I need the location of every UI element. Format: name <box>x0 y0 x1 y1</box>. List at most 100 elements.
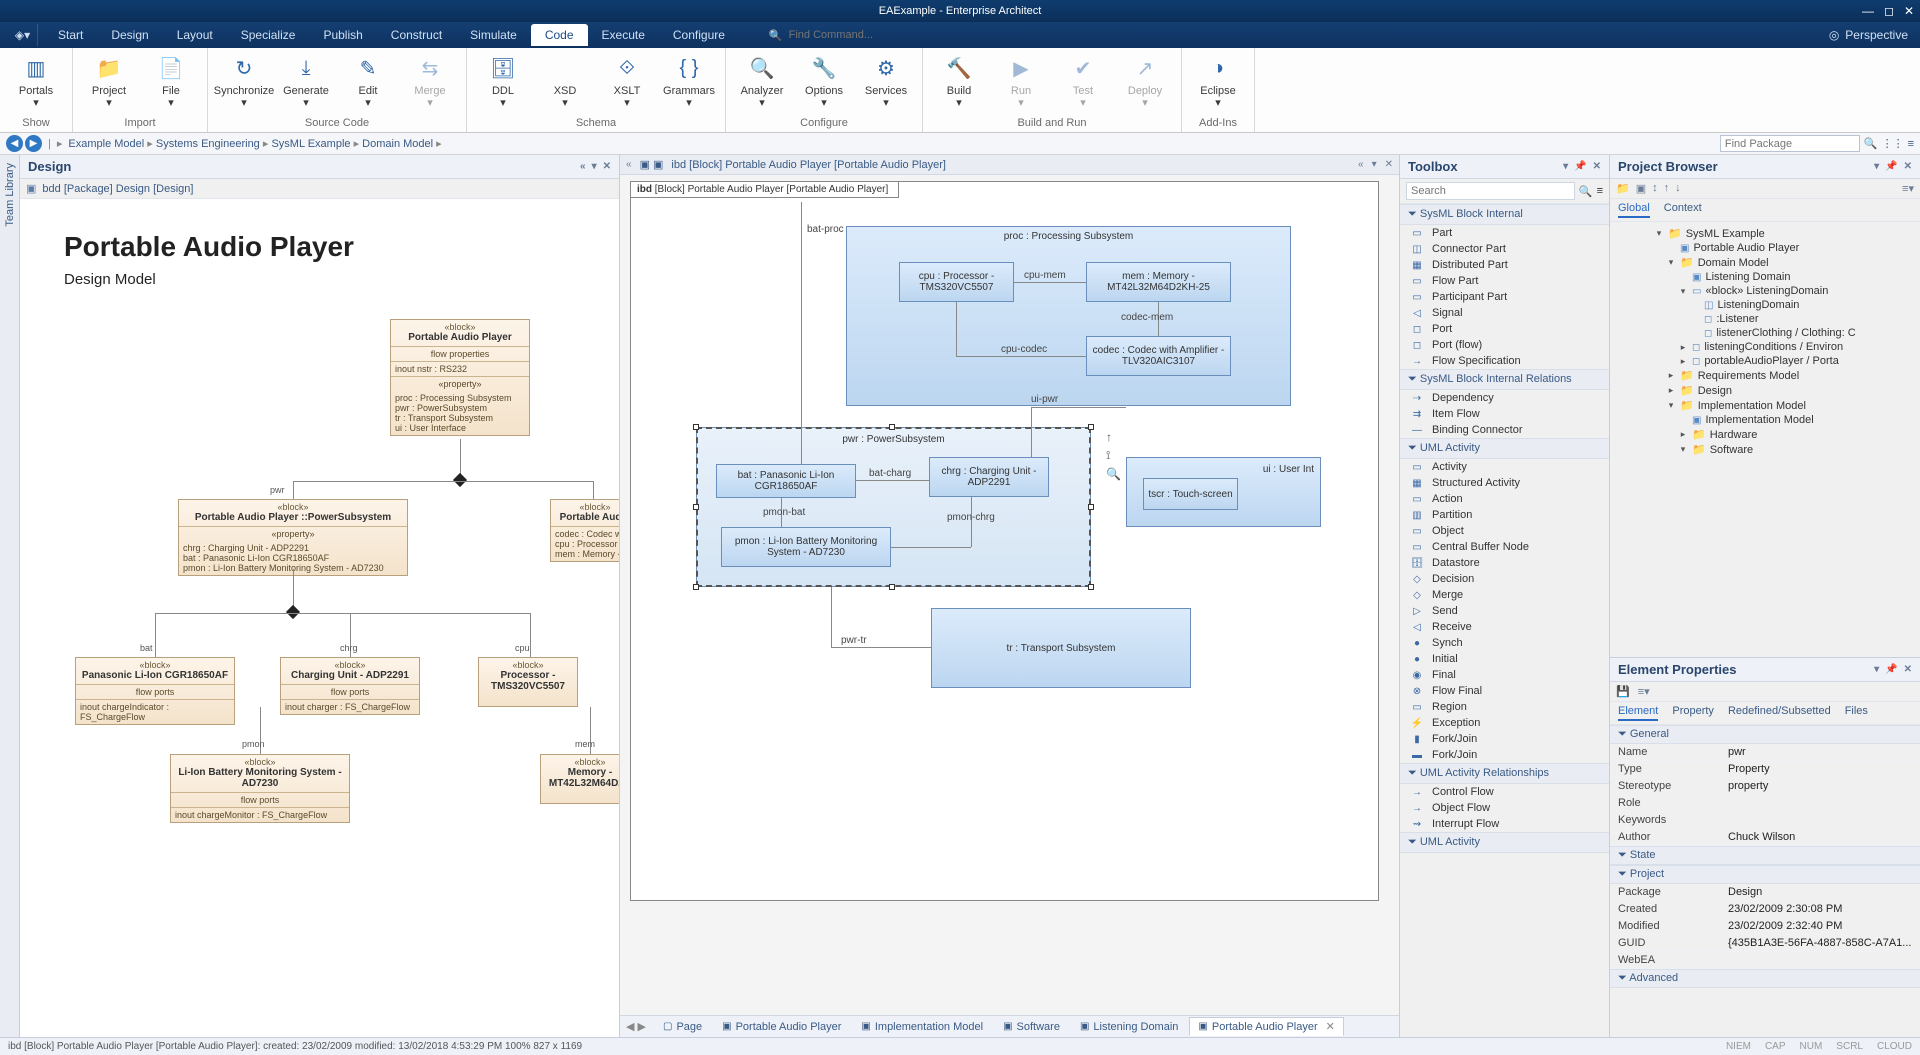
toolbox-item[interactable]: ⚡Exception <box>1400 715 1609 731</box>
search-icon[interactable]: 🔍 <box>1864 137 1878 150</box>
search-icon[interactable]: 🔍 <box>1579 185 1593 198</box>
ribbon-services-button[interactable]: ⚙Services▾ <box>856 50 916 113</box>
perspective-icon[interactable]: ◎ <box>1829 28 1839 42</box>
browser-tab-global[interactable]: Global <box>1618 202 1650 218</box>
float-icon[interactable]: 📌 <box>1574 161 1586 172</box>
tree-item[interactable]: ◻:Listener <box>1614 312 1916 326</box>
toolbox-item[interactable]: →Control Flow <box>1400 784 1609 800</box>
toolbox-item[interactable]: ▥Partition <box>1400 507 1609 523</box>
props-row[interactable]: AuthorChuck Wilson <box>1610 829 1920 846</box>
props-row[interactable]: Keywords <box>1610 812 1920 829</box>
close-pane-icon[interactable]: ✕ <box>603 161 611 172</box>
collapse-icon[interactable]: « <box>580 161 586 172</box>
props-row[interactable]: Created23/02/2009 2:30:08 PM <box>1610 901 1920 918</box>
close-tab-icon[interactable]: ✕ <box>1385 159 1393 170</box>
ibd-pmon[interactable]: pmon : Li-Ion Battery Monitoring System … <box>721 527 891 567</box>
tree-item[interactable]: ▾📁Software <box>1614 442 1916 457</box>
ribbon-tab-layout[interactable]: Layout <box>163 24 227 46</box>
ribbon-grammars-button[interactable]: { }Grammars▾ <box>659 50 719 113</box>
toolbox-item[interactable]: ●Initial <box>1400 651 1609 667</box>
ribbon-tab-simulate[interactable]: Simulate <box>456 24 531 46</box>
block-mem[interactable]: «block» Memory - MT42L32M64D2K <box>540 754 619 804</box>
ribbon-analyzer-button[interactable]: 🔍Analyzer▾ <box>732 50 792 113</box>
props-group-header[interactable]: ⏷ Project <box>1610 865 1920 884</box>
props-row[interactable]: Namepwr <box>1610 744 1920 761</box>
float-icon[interactable]: 📌 <box>1885 161 1897 172</box>
tree-item[interactable]: ◻listenerClothing / Clothing: C <box>1614 326 1916 340</box>
ribbon-tab-construct[interactable]: Construct <box>377 24 456 46</box>
props-row[interactable]: Role <box>1610 795 1920 812</box>
arrow-up-icon[interactable]: ↑ <box>1106 430 1121 444</box>
toolbox-item[interactable]: ◇Decision <box>1400 571 1609 587</box>
maximize-icon[interactable]: ◻ <box>1884 4 1894 18</box>
ribbon-xsd-button[interactable]: XSD▾ <box>535 50 595 113</box>
find-command-input[interactable] <box>789 29 929 41</box>
toolbox-item[interactable]: ▭Participant Part <box>1400 289 1609 305</box>
toolbox-item[interactable]: ◇Merge <box>1400 587 1609 603</box>
props-row[interactable]: TypeProperty <box>1610 761 1920 778</box>
nav-icon[interactable]: ↕ <box>1652 182 1658 195</box>
props-tab[interactable]: Element <box>1618 705 1658 721</box>
toolbox-item[interactable]: ◻Port <box>1400 321 1609 337</box>
block-cpu[interactable]: «block» Processor - TMS320VC5507 <box>478 657 578 707</box>
ribbon-tab-code[interactable]: Code <box>531 24 588 46</box>
toolbox-item[interactable]: ▬Fork/Join <box>1400 747 1609 763</box>
toolbox-item[interactable]: ▭Part <box>1400 225 1609 241</box>
tree-item[interactable]: ▸📁Requirements Model <box>1614 368 1916 383</box>
diagram-tab[interactable]: ▢Page <box>654 1018 711 1036</box>
tree-options-icon[interactable]: ⋮⋮ <box>1882 137 1904 150</box>
ribbon-tab-specialize[interactable]: Specialize <box>227 24 310 46</box>
ibd-tr[interactable]: tr : Transport Subsystem <box>931 608 1191 688</box>
list-icon[interactable]: ≡▾ <box>1902 182 1914 195</box>
diagram-tab[interactable]: ▣Listening Domain <box>1071 1018 1187 1036</box>
ribbon-portals-button[interactable]: ▥Portals▾ <box>6 50 66 113</box>
find-command[interactable]: 🔍 <box>769 29 929 42</box>
ribbon-xslt-button[interactable]: ⟐XSLT▾ <box>597 50 657 113</box>
ribbon-eclipse-button[interactable]: ◑Eclipse▾ <box>1188 50 1248 113</box>
dropdown-icon[interactable]: ▾ <box>1372 159 1377 170</box>
find-package-input[interactable] <box>1720 135 1860 152</box>
toolbox-search-input[interactable] <box>1406 182 1575 200</box>
toolbox-group-header[interactable]: ⏷ SysML Block Internal Relations <box>1400 369 1609 390</box>
pin-icon[interactable]: ▾ <box>1874 161 1879 172</box>
props-tab[interactable]: Redefined/Subsetted <box>1728 705 1831 721</box>
toolbox-item[interactable]: →Object Flow <box>1400 800 1609 816</box>
diagram-tab[interactable]: ▣Portable Audio Player✕ <box>1189 1017 1343 1036</box>
new-folder-icon[interactable]: 📁 <box>1616 182 1630 195</box>
props-row[interactable]: Stereotypeproperty <box>1610 778 1920 795</box>
ribbon-generate-button[interactable]: ⤓Generate▾ <box>276 50 336 113</box>
ribbon-synchronize-button[interactable]: ↻Synchronize▾ <box>214 50 274 113</box>
expand-right-icon[interactable]: « <box>1358 159 1364 170</box>
toolbox-item[interactable]: ◁Signal <box>1400 305 1609 321</box>
tree-item[interactable]: ▾📁Domain Model <box>1614 255 1916 270</box>
float-icon[interactable]: 📌 <box>1885 664 1897 675</box>
block-portable-audio-2[interactable]: «block» Portable Audio codec : Codec wit… <box>550 499 619 562</box>
ibd-codec[interactable]: codec : Codec with Amplifier - TLV320AIC… <box>1086 336 1231 376</box>
toolbox-item[interactable]: ⊗Flow Final <box>1400 683 1609 699</box>
diagram-tab[interactable]: ▣Software <box>994 1018 1069 1036</box>
ribbon-tab-design[interactable]: Design <box>97 24 162 46</box>
toolbox-group-header[interactable]: ⏷ UML Activity <box>1400 438 1609 459</box>
list-view-icon[interactable]: ≡ <box>1908 138 1914 150</box>
ibd-mem[interactable]: mem : Memory - MT42L32M64D2KH-25 <box>1086 262 1231 302</box>
tree-item[interactable]: ▣Portable Audio Player <box>1614 241 1916 255</box>
toolbox-item[interactable]: ◁Receive <box>1400 619 1609 635</box>
toolbox-item[interactable]: ▷Send <box>1400 603 1609 619</box>
toolbox-group-header[interactable]: ⏷ UML Activity Relationships <box>1400 763 1609 784</box>
close-pane-icon[interactable]: ✕ <box>1904 161 1912 172</box>
close-icon[interactable]: ✕ <box>1904 4 1914 18</box>
diagram-tab[interactable]: ▣Portable Audio Player <box>713 1018 850 1036</box>
nav-fwd-button[interactable]: ▶ <box>25 135 42 152</box>
toolbox-item[interactable]: ▭Central Buffer Node <box>1400 539 1609 555</box>
toolbox-item[interactable]: →Flow Specification <box>1400 353 1609 369</box>
tree-item[interactable]: ▾📁SysML Example <box>1614 226 1916 241</box>
toolbox-item[interactable]: 🗄Datastore <box>1400 555 1609 571</box>
tree-item[interactable]: ▾▭«block» ListeningDomain <box>1614 284 1916 298</box>
ribbon-tab-execute[interactable]: Execute <box>588 24 659 46</box>
props-row[interactable]: Modified23/02/2009 2:32:40 PM <box>1610 918 1920 935</box>
toolbox-item[interactable]: ◻Port (flow) <box>1400 337 1609 353</box>
toolbox-item[interactable]: ▭Region <box>1400 699 1609 715</box>
diagram-tab[interactable]: ▣Implementation Model <box>852 1018 992 1036</box>
ribbon-options-button[interactable]: 🔧Options▾ <box>794 50 854 113</box>
breadcrumb-item[interactable]: SysML Example <box>271 138 350 150</box>
